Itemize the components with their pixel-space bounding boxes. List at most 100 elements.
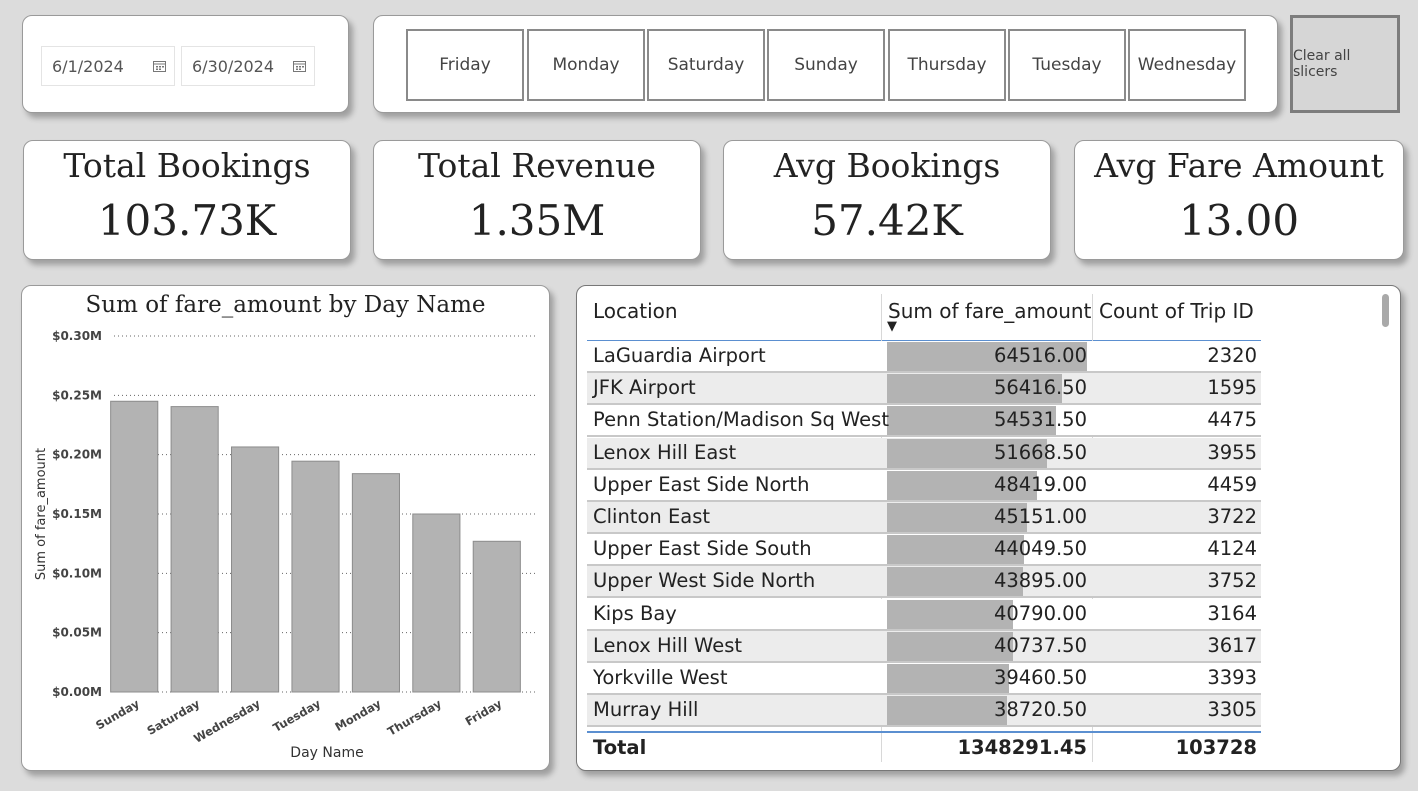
x-tick-label: Thursday bbox=[385, 696, 444, 738]
table-body: LaGuardia Airport 64516.00 2320 JFK Airport… bbox=[577, 341, 1267, 729]
table-row[interactable]: Upper East Side North 48419.00 4459 bbox=[587, 469, 1261, 502]
cell-fare: 40737.50 bbox=[993, 633, 1087, 657]
cell-fare: 45151.00 bbox=[993, 505, 1087, 528]
cell-fare: 40790.00 bbox=[993, 601, 1087, 625]
cell-count: 3617 bbox=[1207, 633, 1257, 657]
cell-count: 1595 bbox=[1207, 376, 1257, 400]
cell-count: 3305 bbox=[1207, 698, 1257, 722]
table-row[interactable]: Clinton East 45151.00 3722 bbox=[587, 502, 1261, 534]
cell-count: 3955 bbox=[1207, 440, 1257, 464]
kpi-title: Total Bookings bbox=[63, 146, 311, 185]
y-tick-label: $0.00M bbox=[52, 685, 102, 699]
cell-count: 4459 bbox=[1207, 472, 1257, 496]
day-button-wednesday[interactable]: Wednesday bbox=[1128, 29, 1246, 101]
kpi-title: Avg Fare Amount bbox=[1094, 146, 1384, 185]
x-tick-label: Tuesday bbox=[270, 696, 323, 735]
table-row[interactable]: Lenox Hill East 51668.50 3955 bbox=[587, 437, 1261, 470]
bar bbox=[472, 540, 521, 693]
end-date-input[interactable]: 6/30/2024 bbox=[181, 46, 315, 86]
kpi-card-total-bookings: Total Bookings 103.73K bbox=[23, 140, 351, 260]
table-row[interactable]: Upper West Side North 43895.00 3752 bbox=[587, 566, 1261, 599]
start-date-value: 6/1/2024 bbox=[52, 57, 124, 76]
cell-location: Penn Station/Madison Sq West bbox=[593, 408, 889, 432]
location-table: Location Sum of fare_amount ▼ Count of T… bbox=[576, 285, 1401, 771]
day-button-tuesday[interactable]: Tuesday bbox=[1008, 29, 1126, 101]
cell-location: Upper West Side North bbox=[593, 569, 816, 593]
end-date-value: 6/30/2024 bbox=[192, 57, 275, 76]
cell-fare: 48419.00 bbox=[993, 472, 1087, 496]
kpi-card-avg-fare-amount: Avg Fare Amount 13.00 bbox=[1074, 140, 1404, 260]
calendar-icon[interactable] bbox=[153, 60, 166, 72]
cell-fare: 39460.50 bbox=[993, 666, 1087, 689]
cell-fare: 64516.00 bbox=[993, 344, 1087, 367]
y-tick-label: $0.10M bbox=[52, 566, 102, 580]
total-row: Total 1348291.45 103728 bbox=[587, 733, 1261, 767]
scrollbar-thumb[interactable] bbox=[1382, 294, 1389, 327]
table-row[interactable]: Penn Station/Madison Sq West 54531.50 4475 bbox=[587, 405, 1261, 438]
kpi-value: 1.35M bbox=[468, 196, 606, 245]
cell-fare: 44049.50 bbox=[993, 537, 1087, 561]
x-tick-label: Monday bbox=[333, 696, 384, 734]
y-tick-label: $0.20M bbox=[52, 448, 102, 462]
column-header-location[interactable]: Location bbox=[593, 299, 678, 323]
cell-location: Lenox Hill East bbox=[593, 440, 737, 464]
kpi-value: 57.42K bbox=[811, 196, 963, 245]
kpi-card-total-revenue: Total Revenue 1.35M bbox=[373, 140, 701, 260]
total-fare: 1348291.45 bbox=[957, 736, 1087, 759]
day-button-sunday[interactable]: Sunday bbox=[767, 29, 885, 101]
cell-location: Murray Hill bbox=[593, 698, 699, 722]
cell-location: Upper East Side South bbox=[593, 537, 812, 561]
cell-fare: 43895.00 bbox=[993, 569, 1087, 593]
bar bbox=[351, 473, 400, 693]
table-row[interactable]: Murray Hill 38720.50 3305 bbox=[587, 695, 1261, 728]
x-tick-label: Wednesday bbox=[191, 696, 263, 746]
y-tick-label: $0.25M bbox=[52, 388, 102, 402]
sort-desc-icon[interactable]: ▼ bbox=[887, 319, 897, 334]
cell-count: 3722 bbox=[1207, 505, 1257, 528]
cell-count: 3393 bbox=[1207, 666, 1257, 689]
column-header-count[interactable]: Count of Trip ID bbox=[1099, 299, 1254, 323]
cell-location: LaGuardia Airport bbox=[593, 344, 766, 367]
row-divider bbox=[587, 725, 1261, 728]
table-row[interactable]: JFK Airport 56416.50 1595 bbox=[587, 373, 1261, 406]
day-button-friday[interactable]: Friday bbox=[406, 29, 524, 101]
bar bbox=[231, 446, 280, 693]
cell-location: Upper East Side North bbox=[593, 472, 810, 496]
table-row[interactable]: Yorkville West 39460.50 3393 bbox=[587, 663, 1261, 695]
table-row[interactable]: LaGuardia Airport 64516.00 2320 bbox=[587, 341, 1261, 373]
day-name-slicer: Friday Monday Saturday Sunday Thursday T… bbox=[373, 15, 1278, 113]
fare-by-day-chart: Sum of fare_amount by Day Name $0.00M $0.… bbox=[21, 285, 550, 771]
table-row[interactable]: Kips Bay 40790.00 3164 bbox=[587, 598, 1261, 631]
cell-location: Lenox Hill West bbox=[593, 633, 743, 657]
table-header: Location Sum of fare_amount ▼ Count of T… bbox=[587, 286, 1261, 340]
y-axis-label: Sum of fare_amount bbox=[34, 448, 49, 580]
cell-location: JFK Airport bbox=[593, 376, 696, 400]
cell-count: 3164 bbox=[1207, 601, 1257, 625]
cell-fare: 38720.50 bbox=[993, 698, 1087, 722]
start-date-input[interactable]: 6/1/2024 bbox=[41, 46, 175, 86]
bar-chart-svg: $0.00M $0.05M $0.10M $0.15M $0.20M $0.25M $0.3… bbox=[34, 329, 537, 761]
bar bbox=[291, 460, 340, 693]
cell-count: 3752 bbox=[1207, 569, 1257, 593]
column-header-fare[interactable]: Sum of fare_amount bbox=[888, 299, 1091, 323]
total-label: Total bbox=[593, 736, 647, 759]
kpi-card-avg-bookings: Avg Bookings 57.42K bbox=[723, 140, 1051, 260]
x-tick-label: Friday bbox=[463, 696, 505, 728]
day-button-monday[interactable]: Monday bbox=[527, 29, 645, 101]
cell-count: 4124 bbox=[1207, 537, 1257, 561]
calendar-icon[interactable] bbox=[293, 60, 306, 72]
day-button-thursday[interactable]: Thursday bbox=[888, 29, 1006, 101]
cell-count: 2320 bbox=[1207, 344, 1257, 367]
day-button-saturday[interactable]: Saturday bbox=[647, 29, 765, 101]
bar bbox=[170, 406, 219, 693]
table-row[interactable]: Lenox Hill West 40737.50 3617 bbox=[587, 630, 1261, 663]
cell-count: 4475 bbox=[1207, 408, 1257, 432]
kpi-value: 103.73K bbox=[97, 196, 277, 245]
cell-location: Clinton East bbox=[593, 505, 711, 528]
bar bbox=[412, 513, 461, 693]
table-row[interactable]: Upper East Side South 44049.50 4124 bbox=[587, 534, 1261, 567]
cell-fare: 51668.50 bbox=[993, 440, 1087, 464]
y-tick-label: $0.15M bbox=[52, 507, 102, 521]
x-axis-label: Day Name bbox=[290, 745, 363, 761]
clear-all-slicers-button[interactable]: Clear all slicers bbox=[1290, 15, 1400, 113]
